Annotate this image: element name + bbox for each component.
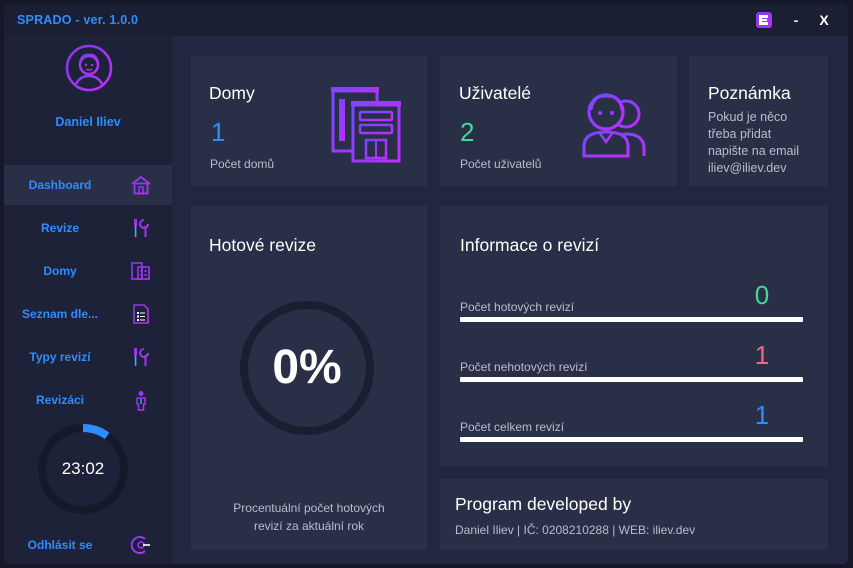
sidebar-item-label: Domy	[43, 264, 77, 278]
note-line: napište na email	[708, 144, 800, 158]
note-email[interactable]: iliev@iliev.dev	[708, 160, 799, 177]
caption-line: Procentuální počet hotových	[233, 501, 385, 515]
buildings-icon	[331, 87, 401, 163]
sidebar-item-label: Typy revizí	[29, 350, 91, 364]
main-content: Domy 1 Počet domů Uživatelé 2 Počet uživ…	[172, 36, 848, 564]
stat-value: 0	[754, 280, 770, 310]
note-card: Poznámka Pokud je něco třeba přidat napi…	[689, 56, 828, 186]
note-card-title: Poznámka	[708, 83, 791, 103]
app-title: SPRADO - ver. 1.0.0	[17, 13, 139, 27]
title-bar[interactable]: SPRADO - ver. 1.0.0 - X	[4, 4, 848, 36]
stat-value: 1	[754, 400, 770, 430]
done-revisions-card: Hotové revize 0% Procentuální počet hoto…	[191, 206, 427, 550]
revision-info-title: Informace o revizí	[460, 235, 600, 255]
person-icon	[136, 391, 146, 411]
app-window: SPRADO - ver. 1.0.0 - X Daniel Iliev Das…	[4, 4, 848, 564]
users-caption: Počet uživatelů	[460, 157, 542, 171]
sidebar-item-revizaci[interactable]: Revizáci	[4, 380, 172, 420]
document-list-icon	[133, 304, 149, 324]
users-count: 2	[460, 117, 475, 147]
user-name: Daniel Iliev	[55, 115, 121, 129]
stat-bar	[460, 317, 803, 322]
caption-line: revizí za aktuální rok	[253, 519, 365, 533]
minimize-button[interactable]: -	[786, 10, 806, 30]
users-card: Uživatelé 2 Počet uživatelů	[440, 56, 677, 186]
revision-info-card: Informace o revizí 0 Počet hotových revi…	[440, 206, 828, 466]
logout-button[interactable]: Odhlásit se	[4, 525, 172, 564]
sidebar-item-domy[interactable]: Domy	[4, 251, 172, 291]
sidebar: Daniel Iliev Dashboard Revize Domy Sezna…	[4, 36, 172, 564]
app-logo-icon[interactable]	[754, 10, 774, 30]
close-button[interactable]: X	[814, 10, 834, 30]
logout-label: Odhlásit se	[27, 538, 93, 552]
stat-row-pending: 1 Počet nehotových revizí	[460, 338, 804, 388]
sidebar-item-dashboard[interactable]: Dashboard	[4, 165, 172, 205]
tools-icon	[134, 348, 149, 366]
done-revisions-percent: 0%	[272, 341, 342, 394]
stat-row-done: 0 Počet hotových revizí	[460, 278, 804, 328]
done-revisions-caption: Procentuální počet hotových revizí za ak…	[191, 499, 427, 535]
sidebar-item-label: Dashboard	[28, 178, 92, 192]
session-timer: 23:02	[61, 459, 105, 478]
stat-label: Počet hotových revizí	[460, 300, 575, 314]
users-icon	[582, 93, 646, 158]
note-line: třeba přidat	[708, 127, 772, 141]
logout-icon	[130, 536, 150, 554]
sidebar-item-revize[interactable]: Revize	[4, 208, 172, 248]
note-text: Pokud je něco třeba přidat napište na em…	[708, 109, 799, 177]
stat-value: 1	[754, 340, 770, 370]
sidebar-item-label: Seznam dle...	[21, 307, 99, 321]
house-icon	[131, 175, 151, 195]
stat-bar	[460, 377, 803, 382]
user-avatar-icon	[65, 44, 113, 92]
developer-info: Daniel Iliev | IČ: 0208210288 | WEB: ili…	[455, 523, 696, 537]
houses-caption: Počet domů	[210, 157, 275, 171]
developer-title: Program developed by	[455, 494, 632, 514]
tools-icon	[134, 219, 149, 237]
stat-row-total: 1 Počet celkem revizí	[460, 398, 804, 448]
houses-card: Domy 1 Počet domů	[191, 56, 427, 186]
done-revisions-title: Hotové revize	[209, 235, 316, 255]
stat-bar	[460, 437, 803, 442]
stat-label: Počet celkem revizí	[460, 420, 565, 434]
houses-count: 1	[211, 117, 226, 147]
note-line: Pokud je něco	[708, 110, 788, 124]
sidebar-item-label: Revizáci	[35, 393, 85, 407]
stat-label: Počet nehotových revizí	[460, 360, 588, 374]
houses-card-title: Domy	[209, 83, 255, 103]
developer-card: Program developed by Daniel Iliev | IČ: …	[440, 479, 828, 550]
sidebar-item-typy-revizi[interactable]: Typy revizí	[4, 337, 172, 377]
sidebar-item-seznam[interactable]: Seznam dle...	[4, 294, 172, 334]
users-card-title: Uživatelé	[459, 83, 531, 103]
building-icon	[131, 262, 150, 280]
sidebar-item-label: Revize	[40, 221, 80, 235]
